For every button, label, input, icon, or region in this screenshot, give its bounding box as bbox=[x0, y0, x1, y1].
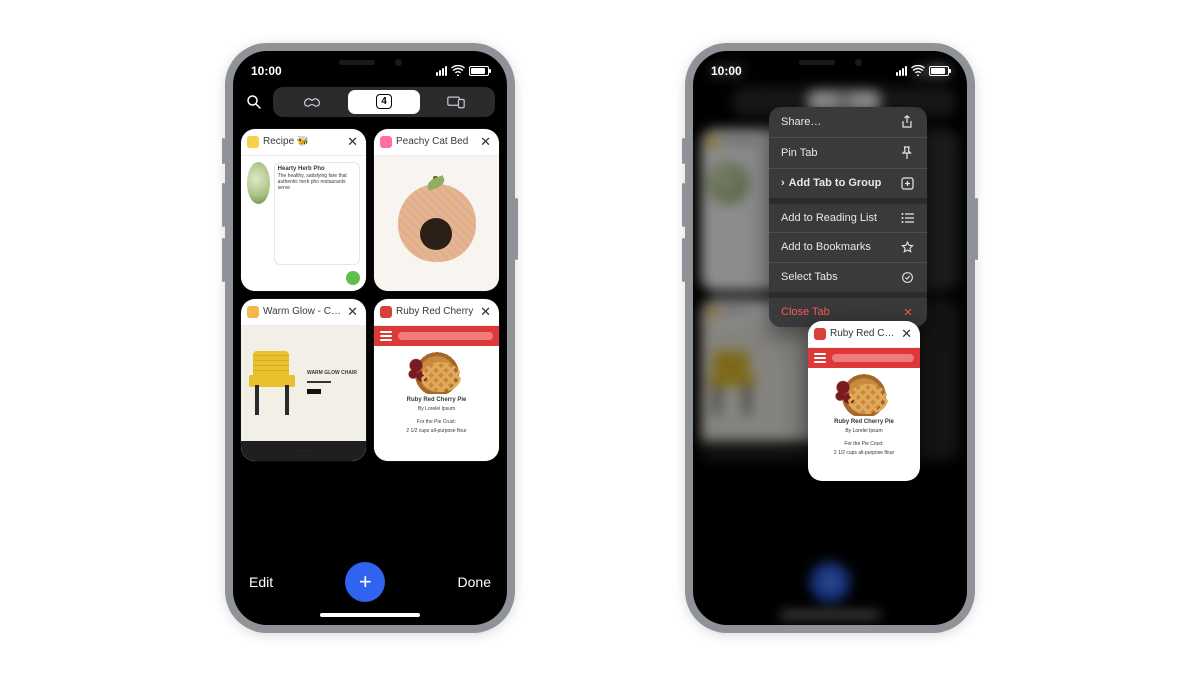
pin-icon bbox=[901, 146, 915, 160]
close-icon: ✕ bbox=[901, 306, 915, 319]
status-time: 10:00 bbox=[711, 64, 742, 78]
tab-scope-segmented[interactable]: 4 bbox=[273, 87, 495, 117]
favicon bbox=[380, 136, 392, 148]
search-icon[interactable] bbox=[245, 93, 263, 111]
done-button[interactable]: Done bbox=[458, 574, 491, 590]
incognito-icon bbox=[303, 95, 321, 109]
new-group-icon bbox=[901, 177, 915, 190]
menu-select-tabs[interactable]: Select Tabs bbox=[769, 263, 927, 292]
favicon bbox=[247, 306, 259, 318]
close-tab-button[interactable]: ✕ bbox=[345, 134, 360, 150]
tab-thumbnail bbox=[374, 156, 499, 291]
tab-groups-segment[interactable] bbox=[420, 90, 492, 114]
tab-count: 4 bbox=[376, 94, 392, 109]
browser-top-bar: 4 bbox=[233, 85, 507, 125]
devices-icon bbox=[447, 95, 465, 109]
close-tab-button[interactable]: ✕ bbox=[478, 304, 493, 320]
chevron-right-icon: › bbox=[781, 177, 785, 189]
phone-right: 10:00 4 Recipe✕ Warm✕ + 10:00 Share… bbox=[685, 43, 975, 633]
star-icon bbox=[901, 241, 915, 254]
battery-icon bbox=[469, 66, 489, 76]
context-tab-preview[interactable]: Ruby Red Cherry ✕ Ruby Red Cherry Pie By… bbox=[808, 321, 920, 481]
wifi-icon bbox=[911, 65, 925, 76]
wifi-icon bbox=[451, 65, 465, 76]
tab-title: Ruby Red Cherry bbox=[830, 328, 895, 339]
bottom-toolbar: Edit + Done bbox=[233, 555, 507, 609]
reading-list-icon bbox=[901, 212, 915, 224]
favicon bbox=[814, 328, 826, 340]
close-tab-button[interactable]: ✕ bbox=[345, 304, 360, 320]
cellular-icon bbox=[896, 66, 907, 76]
status-bar: 10:00 bbox=[693, 51, 967, 85]
tab-title: Peachy Cat Bed bbox=[396, 136, 474, 147]
open-tabs-segment[interactable]: 4 bbox=[348, 90, 420, 114]
select-icon bbox=[901, 271, 915, 284]
notch bbox=[310, 51, 430, 74]
edit-button[interactable]: Edit bbox=[249, 574, 273, 590]
tab-card[interactable]: Recipe 🐝 ✕ Hearty Herb Pho The healthy, … bbox=[241, 129, 366, 291]
phone-left: 10:00 4 bbox=[225, 43, 515, 633]
tab-thumbnail: Ruby Red Cherry Pie By Lorelei Ipsum For… bbox=[374, 326, 499, 461]
favicon bbox=[380, 306, 392, 318]
tab-card[interactable]: Peachy Cat Bed ✕ bbox=[374, 129, 499, 291]
home-indicator[interactable] bbox=[233, 609, 507, 625]
status-time: 10:00 bbox=[251, 64, 282, 78]
tab-thumbnail: WARM GLOW CHAIR · · · · bbox=[241, 326, 366, 461]
menu-add-reading-list[interactable]: Add to Reading List bbox=[769, 204, 927, 232]
close-tab-button[interactable]: ✕ bbox=[478, 134, 493, 150]
battery-icon bbox=[929, 66, 949, 76]
favicon bbox=[247, 136, 259, 148]
tab-thumbnail: Ruby Red Cherry Pie By Lorelei Ipsum For… bbox=[808, 348, 920, 460]
menu-add-to-group[interactable]: ›Add Tab to Group bbox=[769, 169, 927, 198]
close-tab-button[interactable]: ✕ bbox=[899, 326, 914, 342]
tab-card[interactable]: Warm Glow - Cha ✕ WARM GLOW CHAIR · · · … bbox=[241, 299, 366, 461]
tab-card[interactable]: Ruby Red Cherry ✕ Ruby Red Cherry Pie By… bbox=[374, 299, 499, 461]
tab-title: Ruby Red Cherry bbox=[396, 306, 474, 317]
menu-share[interactable]: Share… bbox=[769, 107, 927, 137]
tab-grid: Recipe 🐝 ✕ Hearty Herb Pho The healthy, … bbox=[233, 125, 507, 555]
share-icon bbox=[901, 115, 915, 129]
tab-title: Warm Glow - Cha bbox=[263, 306, 341, 317]
menu-pin-tab[interactable]: Pin Tab bbox=[769, 138, 927, 168]
tab-title: Recipe 🐝 bbox=[263, 136, 341, 147]
tab-context-menu: Share… Pin Tab ›Add Tab to Group bbox=[769, 107, 927, 327]
cellular-icon bbox=[436, 66, 447, 76]
private-tabs-segment[interactable] bbox=[276, 90, 348, 114]
tab-thumbnail: Hearty Herb Pho The healthy, satisfying … bbox=[241, 156, 366, 291]
menu-add-bookmarks[interactable]: Add to Bookmarks bbox=[769, 233, 927, 262]
new-tab-button[interactable]: + bbox=[345, 562, 385, 602]
